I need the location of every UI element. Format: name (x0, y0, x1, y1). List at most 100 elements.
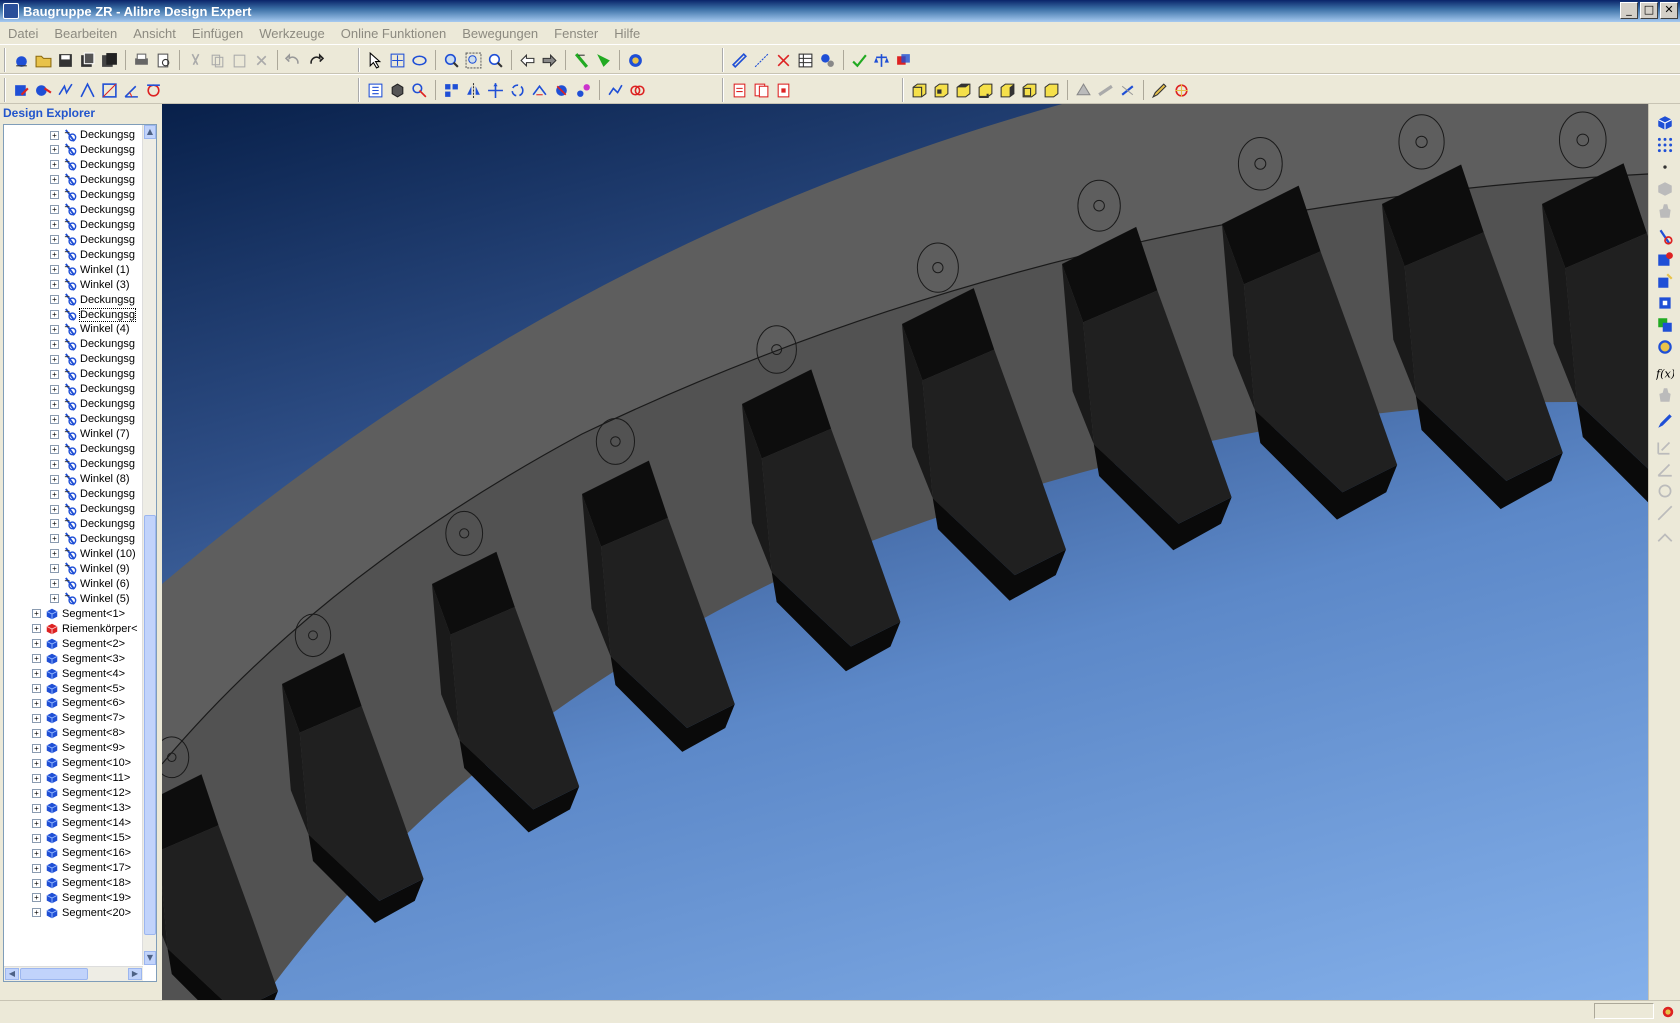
expand-plus-icon[interactable]: + (32, 893, 41, 903)
minimize-button[interactable]: _ (1620, 2, 1638, 19)
pattern-icon[interactable] (442, 81, 461, 100)
tree-item-part[interactable]: + Segment<8> (32, 725, 125, 741)
menu-online-funktionen[interactable]: Online Funktionen (333, 26, 455, 41)
tree-item-constraint[interactable]: + Winkel (3) (50, 277, 130, 293)
menu-einfuegen[interactable]: Einfügen (184, 26, 251, 41)
expand-plus-icon[interactable]: + (50, 474, 59, 484)
expand-plus-icon[interactable]: + (32, 788, 41, 798)
tree-item-part[interactable]: + Segment<2> (32, 636, 125, 652)
expand-plus-icon[interactable]: + (50, 399, 59, 409)
delete-icon[interactable] (252, 51, 271, 70)
properties-icon[interactable] (818, 51, 837, 70)
tree-item-constraint[interactable]: + Deckungsg (50, 247, 135, 263)
constraint-link-icon[interactable] (1656, 228, 1674, 246)
save-icon[interactable] (56, 51, 75, 70)
component-green-icon[interactable] (1656, 316, 1674, 334)
undo-icon[interactable] (284, 51, 303, 70)
expand-plus-icon[interactable]: + (50, 384, 59, 394)
save-copy-icon[interactable] (78, 51, 97, 70)
expand-plus-icon[interactable]: + (50, 145, 59, 155)
view-back-icon[interactable] (932, 81, 951, 100)
tree-item-constraint[interactable]: + Deckungsg (50, 381, 135, 397)
tree-item-constraint[interactable]: + Deckungsg (50, 307, 137, 323)
drawing-views-icon[interactable] (752, 81, 771, 100)
print-preview-icon[interactable] (154, 51, 173, 70)
tree-item-constraint[interactable]: + Deckungsg (50, 501, 135, 517)
expand-plus-icon[interactable]: + (50, 519, 59, 529)
tree-item-part[interactable]: + Segment<17> (32, 860, 131, 876)
tree-item-part[interactable]: + Segment<1> (32, 606, 125, 622)
zoom-icon[interactable] (442, 51, 461, 70)
expand-plus-icon[interactable]: + (50, 504, 59, 514)
design-explorer-tree[interactable]: ▲ ▼ ◀ ▶ + Deckungsg + Deckungsg + Deckungsg + D… (3, 124, 157, 982)
scroll-left-icon[interactable]: ◀ (5, 968, 19, 980)
tree-item-constraint[interactable]: + Winkel (1) (50, 262, 130, 278)
tree-horizontal-scrollbar[interactable]: ◀ ▶ (4, 966, 143, 981)
edit-sketch-icon[interactable] (1150, 81, 1169, 100)
tree-item-part[interactable]: + Segment<18> (32, 875, 131, 891)
mass-properties-icon[interactable] (894, 51, 913, 70)
expand-plus-icon[interactable]: + (50, 130, 59, 140)
tree-item-part[interactable]: + Segment<19> (32, 890, 131, 906)
replace-part-icon[interactable] (410, 81, 429, 100)
expand-plus-icon[interactable]: + (32, 728, 41, 738)
expand-plus-icon[interactable]: + (32, 609, 41, 619)
expand-plus-icon[interactable]: + (50, 369, 59, 379)
tree-item-constraint[interactable]: + Deckungsg (50, 411, 135, 427)
tree-item-constraint[interactable]: + Deckungsg (50, 366, 135, 382)
expand-plus-icon[interactable]: + (50, 489, 59, 499)
3d-viewport[interactable] (162, 104, 1648, 1000)
lighting-icon[interactable] (1118, 81, 1137, 100)
tree-item-constraint[interactable]: + Deckungsg (50, 172, 135, 188)
hscroll-thumb[interactable] (20, 968, 88, 980)
tree-item-part[interactable]: + Segment<7> (32, 710, 125, 726)
part-cube-icon[interactable] (1656, 114, 1674, 132)
tree-item-constraint[interactable]: + Deckungsg (50, 396, 135, 412)
tree-item-constraint[interactable]: + Deckungsg (50, 217, 135, 233)
tree-item-constraint[interactable]: + Deckungsg (50, 531, 135, 547)
tree-item-constraint[interactable]: + Deckungsg (50, 157, 135, 173)
tree-item-constraint[interactable]: + Deckungsg (50, 456, 135, 472)
scroll-right-icon[interactable]: ▶ (128, 968, 142, 980)
tree-item-part[interactable]: + Segment<6> (32, 695, 125, 711)
zoom-fit-icon[interactable] (486, 51, 505, 70)
menu-fenster[interactable]: Fenster (546, 26, 606, 41)
expand-plus-icon[interactable]: + (32, 863, 41, 873)
copy-icon[interactable] (208, 51, 227, 70)
expand-plus-icon[interactable]: + (32, 878, 41, 888)
hand-icon[interactable] (1656, 202, 1674, 220)
expand-plus-icon[interactable]: + (32, 848, 41, 858)
assembly-tree-icon[interactable] (366, 81, 385, 100)
expand-plus-icon[interactable]: + (50, 579, 59, 589)
tree-item-part[interactable]: + Segment<9> (32, 740, 125, 756)
expand-plus-icon[interactable]: + (50, 564, 59, 574)
display-mode-icon[interactable] (388, 81, 407, 100)
previous-view-icon[interactable] (518, 51, 537, 70)
view-right-icon[interactable] (1020, 81, 1039, 100)
print-icon[interactable] (132, 51, 151, 70)
expand-plus-icon[interactable]: + (50, 594, 59, 604)
scroll-up-icon[interactable]: ▲ (144, 125, 156, 139)
collision-icon[interactable] (628, 81, 647, 100)
interference-icon[interactable] (774, 51, 793, 70)
angle-gray-icon[interactable] (1656, 460, 1674, 478)
menu-ansicht[interactable]: Ansicht (125, 26, 184, 41)
view-left-icon[interactable] (998, 81, 1017, 100)
tree-item-part[interactable]: + Segment<12> (32, 785, 131, 801)
grid-dots-icon[interactable] (1656, 136, 1674, 154)
mate-icon[interactable] (56, 81, 75, 100)
expand-plus-icon[interactable]: + (50, 414, 59, 424)
tree-item-part[interactable]: + Segment<14> (32, 815, 131, 831)
tree-item-part[interactable]: + Segment<20> (32, 905, 131, 921)
next-view-icon[interactable] (540, 51, 559, 70)
rotate-part-icon[interactable] (508, 81, 527, 100)
motion-icon[interactable] (606, 81, 625, 100)
point-icon[interactable] (1656, 158, 1674, 176)
scroll-thumb[interactable] (144, 515, 156, 935)
tree-item-part[interactable]: + Segment<3> (32, 651, 125, 667)
tangent-icon[interactable] (144, 81, 163, 100)
expand-plus-icon[interactable]: + (50, 280, 59, 290)
scroll-down-icon[interactable]: ▼ (144, 951, 156, 965)
menu-datei[interactable]: Datei (0, 26, 46, 41)
insert-part-icon[interactable] (12, 81, 31, 100)
